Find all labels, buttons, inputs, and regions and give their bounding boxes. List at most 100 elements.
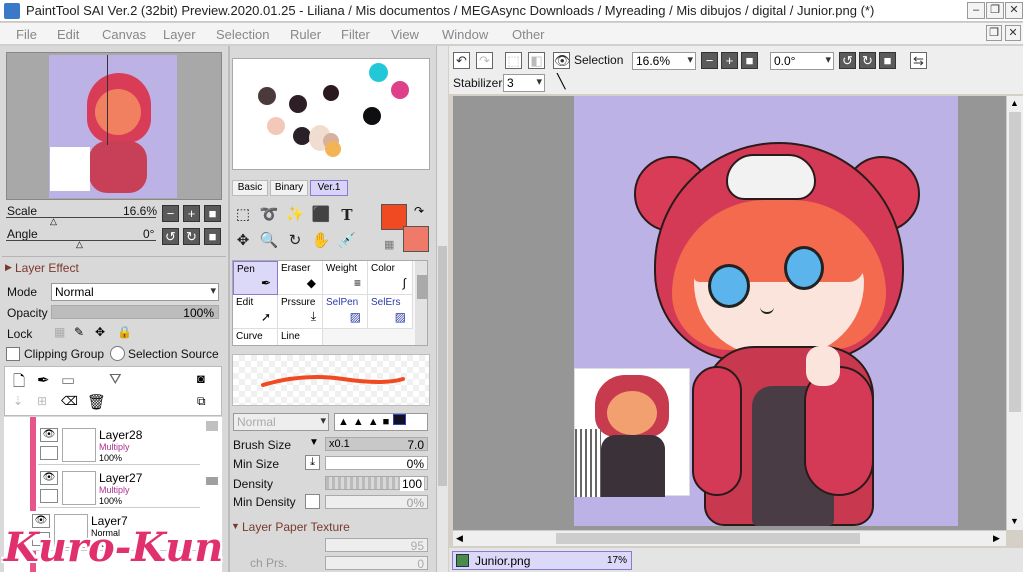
zoom-reset-button[interactable]: ■ <box>204 205 221 222</box>
opacity-slider[interactable]: 100% <box>51 305 219 320</box>
clear-layer-icon[interactable]: ⌫ <box>61 394 78 408</box>
selection-source-checkbox[interactable] <box>110 346 125 361</box>
menu-ruler[interactable]: Ruler <box>290 27 321 42</box>
secondary-color-swatch[interactable] <box>403 226 429 252</box>
toolbar-rotate-reset-button[interactable]: ■ <box>879 52 896 69</box>
brush-color[interactable]: Color ∫ <box>368 261 413 295</box>
layer-row[interactable]: 👁 Layer27 Multiply 100% <box>38 468 200 508</box>
lasso-icon[interactable]: ➰ <box>258 204 280 226</box>
brush-line[interactable]: Line <box>278 329 323 345</box>
hand-icon[interactable]: ✋ <box>310 230 332 252</box>
redo-button[interactable]: ↷ <box>476 52 493 69</box>
swatch-dot[interactable] <box>325 141 341 157</box>
canvas-vertical-scrollbar[interactable]: ▲ ▼ <box>1006 96 1023 530</box>
blend-mode-select[interactable]: Normal <box>51 283 219 301</box>
tab-binary[interactable]: Binary <box>270 180 308 196</box>
scroll-right-arrow-icon[interactable]: ▶ <box>993 533 1000 544</box>
brush-eraser[interactable]: Eraser ◆ <box>278 261 323 295</box>
zoom-out-button[interactable]: − <box>162 205 179 222</box>
brush-palette-scrollbar[interactable] <box>415 261 427 345</box>
deselect-button[interactable]: ⬚ <box>505 52 522 69</box>
swap-colors-icon[interactable]: ↷ <box>414 204 424 218</box>
menu-canvas[interactable]: Canvas <box>102 27 146 42</box>
density-slider[interactable]: 100 <box>325 476 428 491</box>
effect-icon[interactable]: ⛛ <box>109 371 122 388</box>
toolbar-rotate-left-button[interactable]: ↺ <box>839 52 856 69</box>
brush-pen[interactable]: Pen ✒ <box>233 261 278 295</box>
scale-slider-thumb[interactable]: △ <box>50 216 57 227</box>
angle-select[interactable]: 0.0° <box>770 52 834 70</box>
min-density-slider[interactable]: 0% <box>325 495 428 510</box>
collapse-arrow-icon[interactable]: ▶ <box>5 262 12 273</box>
line-tool-icon[interactable]: ╲ <box>557 73 565 90</box>
brush-selers[interactable]: SelErs ▨ <box>368 295 413 329</box>
new-mask-icon[interactable]: ⧉ <box>197 394 206 409</box>
scroll-up-button[interactable] <box>206 421 218 431</box>
brush-pressure[interactable]: Prssure ⤓ <box>278 295 323 329</box>
tool-panel-scroll-thumb[interactable] <box>438 246 447 486</box>
size-mult-dropdown-icon[interactable]: ▼ <box>309 437 319 448</box>
swatch-dot[interactable] <box>289 95 307 113</box>
menu-window[interactable]: Window <box>442 27 488 42</box>
toolbar-zoom-in-button[interactable]: + <box>721 52 738 69</box>
layer-row[interactable]: 👁 Layer28 Multiply 100% <box>38 425 200 465</box>
scratch-pad[interactable] <box>232 58 430 170</box>
move-icon[interactable]: ✥ <box>232 230 254 252</box>
brush-shape-selector[interactable]: ▲▲▲■ <box>334 413 428 431</box>
layer-select-checkbox[interactable] <box>40 446 58 460</box>
menu-layer[interactable]: Layer <box>163 27 196 42</box>
rotate-left-button[interactable]: ↺ <box>162 228 179 245</box>
brush-edit[interactable]: Edit ➚ <box>233 295 278 329</box>
canvas-vscroll-thumb[interactable] <box>1009 112 1021 412</box>
toolbar-zoom-reset-button[interactable]: ■ <box>741 52 758 69</box>
undo-button[interactable]: ↶ <box>453 52 470 69</box>
lock-transparency-icon[interactable]: ▦ <box>54 325 65 339</box>
document-tab[interactable]: Junior.png 17% <box>452 551 632 570</box>
toolbar-zoom-out-button[interactable]: − <box>701 52 718 69</box>
canvas-hscroll-thumb[interactable] <box>556 533 860 544</box>
new-linework-layer-icon[interactable]: ✒ <box>37 371 50 389</box>
canvas-horizontal-scrollbar[interactable]: ◀ ▶ <box>453 530 1006 546</box>
layer-select-checkbox[interactable] <box>40 489 58 503</box>
tab-basic[interactable]: Basic <box>232 180 268 196</box>
lock-pen-icon[interactable]: ✎ <box>74 325 84 339</box>
canvas-viewport[interactable] <box>453 96 1006 530</box>
transfer-down-icon[interactable]: ⇣ <box>13 394 23 408</box>
brush-scroll-thumb[interactable] <box>417 275 427 299</box>
brush-selpen[interactable]: SelPen ▨ <box>323 295 368 329</box>
stabilizer-select[interactable]: 3 <box>503 74 545 92</box>
selection-visibility-icon[interactable]: 👁 <box>553 52 571 69</box>
rotate-reset-button[interactable]: ■ <box>204 228 221 245</box>
doc-restore-button[interactable]: ❐ <box>986 25 1002 41</box>
text-tool-icon[interactable]: T <box>336 204 358 226</box>
transparent-color-icon[interactable]: ▦ <box>384 238 394 251</box>
close-button[interactable]: ✕ <box>1005 2 1023 19</box>
swatch-dot[interactable] <box>323 85 339 101</box>
swatch-dot[interactable] <box>267 117 285 135</box>
delete-layer-icon[interactable]: 🗑 <box>87 393 106 411</box>
lock-move-icon[interactable]: ✥ <box>95 325 105 339</box>
swatch-dot[interactable] <box>363 107 381 125</box>
zoom-icon[interactable]: 🔍 <box>258 230 280 252</box>
flip-horizontal-button[interactable]: ⇆ <box>910 52 927 69</box>
navigator-preview[interactable] <box>6 52 222 200</box>
doc-close-button[interactable]: ✕ <box>1005 25 1021 41</box>
restore-button[interactable]: ❐ <box>986 2 1004 19</box>
clipping-group-checkbox[interactable] <box>6 347 20 361</box>
lock-all-icon[interactable]: 🔒 <box>117 325 132 339</box>
menu-filter[interactable]: Filter <box>341 27 370 42</box>
scroll-up-arrow-icon[interactable]: ▲ <box>1010 98 1019 108</box>
pressure-toggle-icon[interactable]: ⤓ <box>305 455 320 470</box>
scale-slider-track[interactable] <box>6 217 156 218</box>
min-size-slider[interactable]: 0% <box>325 456 428 471</box>
visibility-eye-icon[interactable]: 👁 <box>40 471 58 485</box>
brush-size-slider[interactable]: x0.1 7.0 <box>325 437 428 452</box>
layer-effect-header[interactable]: Layer Effect <box>15 261 79 275</box>
minimize-button[interactable]: – <box>967 2 985 19</box>
eyedropper-icon[interactable]: 💉 <box>336 230 358 252</box>
menu-view[interactable]: View <box>391 27 419 42</box>
invert-selection-button[interactable]: ◧ <box>528 52 545 69</box>
bucket-icon[interactable]: ⬛ <box>310 204 332 226</box>
scroll-down-arrow-icon[interactable]: ▼ <box>1010 516 1019 526</box>
layer-mask-icon[interactable]: ◙ <box>197 371 205 386</box>
